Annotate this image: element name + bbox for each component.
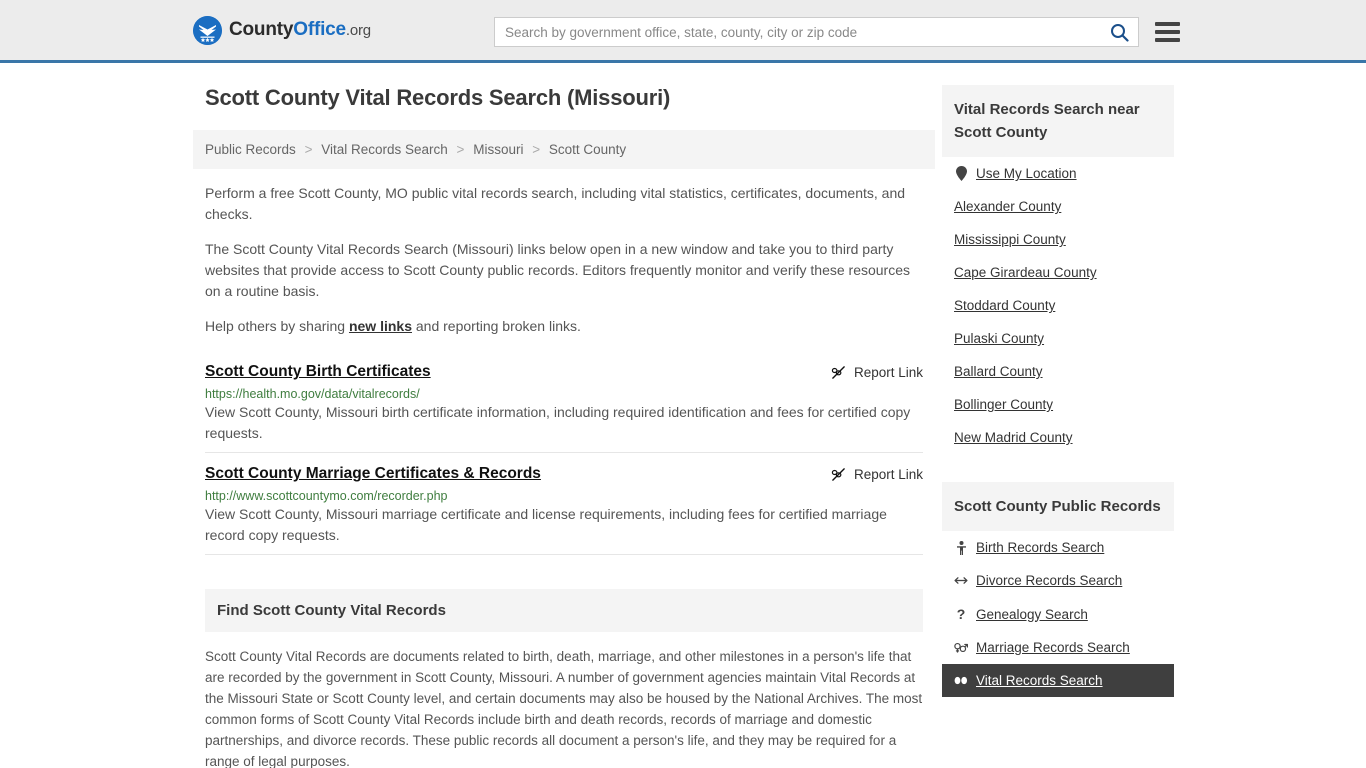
breadcrumb-item-public-records[interactable]: Public Records <box>205 142 296 157</box>
help-suffix: and reporting broken links. <box>412 318 581 334</box>
sidebar-item-label[interactable]: Use My Location <box>976 166 1077 181</box>
search-button[interactable] <box>1100 18 1138 46</box>
site-header: CountyOffice.org <box>0 0 1366 63</box>
sidebar-public-records-header: Scott County Public Records <box>942 482 1174 531</box>
broken-link-icon <box>831 468 845 481</box>
sidebar-item-label[interactable]: Mississippi County <box>954 232 1066 247</box>
sidebar-item-label[interactable]: Vital Records Search <box>976 673 1103 688</box>
section-heading: Find Scott County Vital Records <box>217 602 446 619</box>
sidebar-item-label[interactable]: Divorce Records Search <box>976 573 1122 588</box>
baby-feet-icon <box>954 675 968 686</box>
sidebar-item-label[interactable]: Marriage Records Search <box>976 640 1130 655</box>
site-logo[interactable]: CountyOffice.org <box>193 15 371 45</box>
resource-link-title[interactable]: Scott County Marriage Certificates & Rec… <box>205 465 541 483</box>
sidebar-item-genealogy-search[interactable]: ? Genealogy Search <box>942 597 1174 631</box>
resource-link-url: https://health.mo.gov/data/vitalrecords/ <box>205 387 420 401</box>
sidebar-item-ballard-county[interactable]: Ballard County <box>942 355 1174 388</box>
report-link-label: Report Link <box>853 467 923 482</box>
map-pin-icon <box>954 166 968 181</box>
new-links-link[interactable]: new links <box>349 318 412 334</box>
sidebar-item-label[interactable]: Pulaski County <box>954 331 1044 346</box>
help-paragraph: Help others by sharing new links and rep… <box>205 316 923 337</box>
breadcrumb: Public Records > Vital Records Search > … <box>193 130 935 169</box>
breadcrumb-item-vital-records-search[interactable]: Vital Records Search <box>321 142 448 157</box>
sidebar: Vital Records Search near Scott County U… <box>942 85 1174 768</box>
sidebar-public-records-list: Birth Records Search Divorce Records Sea… <box>942 531 1174 697</box>
hamburger-menu-icon[interactable] <box>1155 22 1180 42</box>
sidebar-item-birth-records-search[interactable]: Birth Records Search <box>942 531 1174 564</box>
eagle-shield-logo-icon <box>193 15 222 45</box>
sidebar-item-alexander-county[interactable]: Alexander County <box>942 190 1174 223</box>
sidebar-item-marriage-records-search[interactable]: Marriage Records Search <box>942 631 1174 664</box>
main-content: Scott County Vital Records Search (Misso… <box>193 85 935 768</box>
sidebar-item-label[interactable]: Cape Girardeau County <box>954 265 1097 280</box>
logo-text-office: Office <box>293 19 346 40</box>
sidebar-item-label[interactable]: Stoddard County <box>954 298 1055 313</box>
sidebar-item-new-madrid-county[interactable]: New Madrid County <box>942 421 1174 454</box>
question-mark-icon: ? <box>956 606 966 622</box>
sidebar-nearby-header: Vital Records Search near Scott County <box>942 85 1174 157</box>
left-right-arrow-icon <box>954 575 968 586</box>
resource-link-description: View Scott County, Missouri birth certif… <box>205 404 911 441</box>
breadcrumb-item-scott-county[interactable]: Scott County <box>549 142 626 157</box>
sidebar-nearby-block: Vital Records Search near Scott County U… <box>942 85 1174 454</box>
baby-icon <box>954 540 968 555</box>
sidebar-item-label[interactable]: Alexander County <box>954 199 1061 214</box>
search-area <box>494 17 1180 47</box>
sidebar-item-label[interactable]: Ballard County <box>954 364 1043 379</box>
breadcrumb-separator: > <box>304 142 313 157</box>
sidebar-item-cape-girardeau-county[interactable]: Cape Girardeau County <box>942 256 1174 289</box>
sidebar-item-bollinger-county[interactable]: Bollinger County <box>942 388 1174 421</box>
sidebar-public-records-block: Scott County Public Records Birth Record… <box>942 482 1174 697</box>
report-link-button[interactable]: Report Link <box>831 363 923 380</box>
search-icon <box>1110 23 1129 42</box>
resource-link-item: Scott County Marriage Certificates & Rec… <box>205 453 923 555</box>
broken-link-icon <box>831 366 845 379</box>
page-title: Scott County Vital Records Search (Misso… <box>205 85 671 110</box>
sidebar-nearby-list: Use My Location Alexander County Mississ… <box>942 157 1174 454</box>
sidebar-item-label[interactable]: Birth Records Search <box>976 540 1104 555</box>
section-header-box: Find Scott County Vital Records <box>205 589 923 632</box>
help-prefix: Help others by sharing <box>205 318 349 334</box>
sidebar-item-label[interactable]: New Madrid County <box>954 430 1073 445</box>
sidebar-public-records-heading: Scott County Public Records <box>954 498 1161 515</box>
resource-link-description: View Scott County, Missouri marriage cer… <box>205 506 887 543</box>
sidebar-item-pulaski-county[interactable]: Pulaski County <box>942 322 1174 355</box>
sidebar-item-mississippi-county[interactable]: Mississippi County <box>942 223 1174 256</box>
report-link-label: Report Link <box>853 365 923 380</box>
logo-wordmark: CountyOffice.org <box>229 19 371 41</box>
sidebar-item-vital-records-search[interactable]: Vital Records Search <box>942 664 1174 697</box>
section-body-text: Scott County Vital Records are documents… <box>205 649 923 768</box>
search-input[interactable] <box>495 18 1100 46</box>
resource-link-title[interactable]: Scott County Birth Certificates <box>205 363 431 381</box>
sidebar-item-divorce-records-search[interactable]: Divorce Records Search <box>942 564 1174 597</box>
breadcrumb-separator: > <box>532 142 541 157</box>
resource-link-item: Scott County Birth Certificates Report L… <box>205 351 923 453</box>
search-box[interactable] <box>494 17 1139 47</box>
report-link-button[interactable]: Report Link <box>831 465 923 482</box>
logo-text-county: County <box>229 19 294 40</box>
breadcrumb-item-missouri[interactable]: Missouri <box>473 142 523 157</box>
breadcrumb-separator: > <box>456 142 465 157</box>
logo-text-tld: .org <box>345 22 371 39</box>
resource-link-url: http://www.scottcountymo.com/recorder.ph… <box>205 489 448 503</box>
sidebar-item-label[interactable]: Genealogy Search <box>976 607 1088 622</box>
sidebar-item-label[interactable]: Bollinger County <box>954 397 1053 412</box>
description-paragraph: The Scott County Vital Records Search (M… <box>205 241 911 299</box>
sidebar-nearby-heading: Vital Records Search near Scott County <box>954 101 1140 141</box>
intro-paragraph: Perform a free Scott County, MO public v… <box>205 185 906 222</box>
sidebar-item-stoddard-county[interactable]: Stoddard County <box>942 289 1174 322</box>
male-female-symbols-icon <box>954 641 968 654</box>
sidebar-item-use-my-location[interactable]: Use My Location <box>942 157 1174 190</box>
